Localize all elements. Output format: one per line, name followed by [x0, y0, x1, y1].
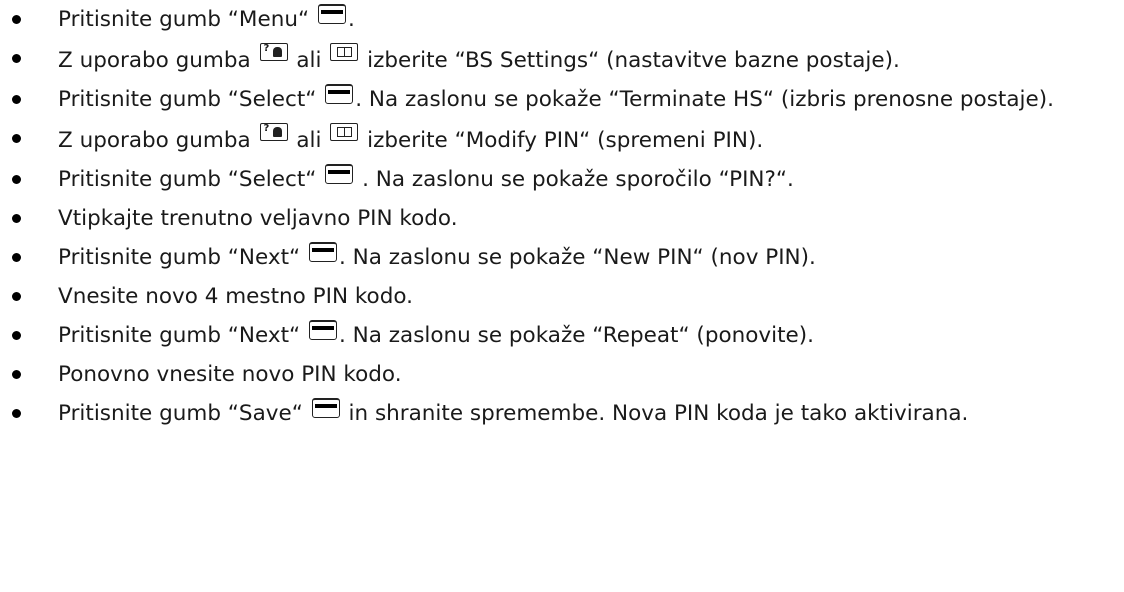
list-item: Z uporabo gumba ali izberite “BS Setting…: [10, 42, 1094, 76]
step-text: Pritisnite gumb “Next“: [58, 323, 307, 348]
menu-key-icon: [325, 164, 354, 184]
list-item: Vnesite novo 4 mestno PIN kodo.: [10, 281, 1094, 312]
list-item: Pritisnite gumb “Next“ . Na zaslonu se p…: [10, 242, 1094, 273]
down-key-icon: [330, 123, 359, 141]
step-text: .: [347, 7, 355, 32]
bullet-icon: [12, 134, 21, 143]
step-text: . Na zaslonu se pokaže “New PIN“ (nov PI…: [339, 245, 816, 270]
step-text: ali: [289, 48, 329, 73]
list-item: Pritisnite gumb “Menu“ .: [10, 4, 1094, 35]
bullet-icon: [12, 175, 21, 184]
step-text: . Na zaslonu se pokaže “Terminate HS“ (i…: [355, 87, 1054, 112]
down-key-icon: [330, 43, 359, 61]
bullet-icon: [12, 95, 21, 104]
list-item: Pritisnite gumb “Select“ . Na zaslonu se…: [10, 164, 1094, 195]
menu-key-icon: [325, 84, 354, 104]
bullet-icon: [12, 331, 21, 340]
list-item: Pritisnite gumb “Save“ in shranite sprem…: [10, 398, 1094, 429]
step-text: Pritisnite gumb “Menu“: [58, 7, 316, 32]
menu-key-icon: [309, 320, 337, 340]
step-text: ali: [289, 128, 329, 153]
step-text: Ponovno vnesite novo PIN kodo.: [58, 362, 402, 387]
list-item: Z uporabo gumba ali izberite “Modify PIN…: [10, 122, 1094, 156]
step-text: Z uporabo gumba: [58, 48, 258, 73]
menu-key-icon: [309, 242, 337, 262]
step-text: in shranite spremembe. Nova PIN koda je …: [341, 401, 969, 426]
step-text: Pritisnite gumb “Select“: [58, 87, 324, 112]
instruction-list: Pritisnite gumb “Menu“ . Z uporabo gumba…: [10, 4, 1094, 429]
step-text: Vnesite novo 4 mestno PIN kodo.: [58, 284, 413, 309]
up-key-icon: [259, 42, 288, 61]
step-text: izberite “Modify PIN“ (spremeni PIN).: [360, 128, 764, 153]
step-text: Pritisnite gumb “Select“: [58, 167, 324, 192]
document-page: Pritisnite gumb “Menu“ . Z uporabo gumba…: [0, 0, 1124, 592]
bullet-icon: [12, 292, 21, 301]
bullet-icon: [12, 370, 21, 379]
bullet-icon: [12, 409, 21, 418]
menu-key-icon: [317, 4, 346, 24]
step-text: izberite “BS Settings“ (nastavitve bazne…: [360, 48, 900, 73]
bullet-icon: [12, 54, 21, 63]
step-text: Pritisnite gumb “Save“: [58, 401, 310, 426]
bullet-icon: [12, 253, 21, 262]
step-text: . Na zaslonu se pokaže sporočilo “PIN?“.: [355, 167, 794, 192]
list-item: Pritisnite gumb “Next“ . Na zaslonu se p…: [10, 320, 1094, 351]
list-item: Pritisnite gumb “Select“ . Na zaslonu se…: [10, 84, 1094, 115]
step-text: Pritisnite gumb “Next“: [58, 245, 307, 270]
step-text: Vtipkajte trenutno veljavno PIN kodo.: [58, 206, 458, 231]
bullet-icon: [12, 15, 21, 24]
up-key-icon: [259, 122, 288, 141]
list-item: Ponovno vnesite novo PIN kodo.: [10, 359, 1094, 390]
menu-key-icon: [311, 398, 340, 418]
step-text: Z uporabo gumba: [58, 128, 258, 153]
list-item: Vtipkajte trenutno veljavno PIN kodo.: [10, 203, 1094, 234]
step-text: . Na zaslonu se pokaže “Repeat“ (ponovit…: [339, 323, 814, 348]
bullet-icon: [12, 214, 21, 223]
